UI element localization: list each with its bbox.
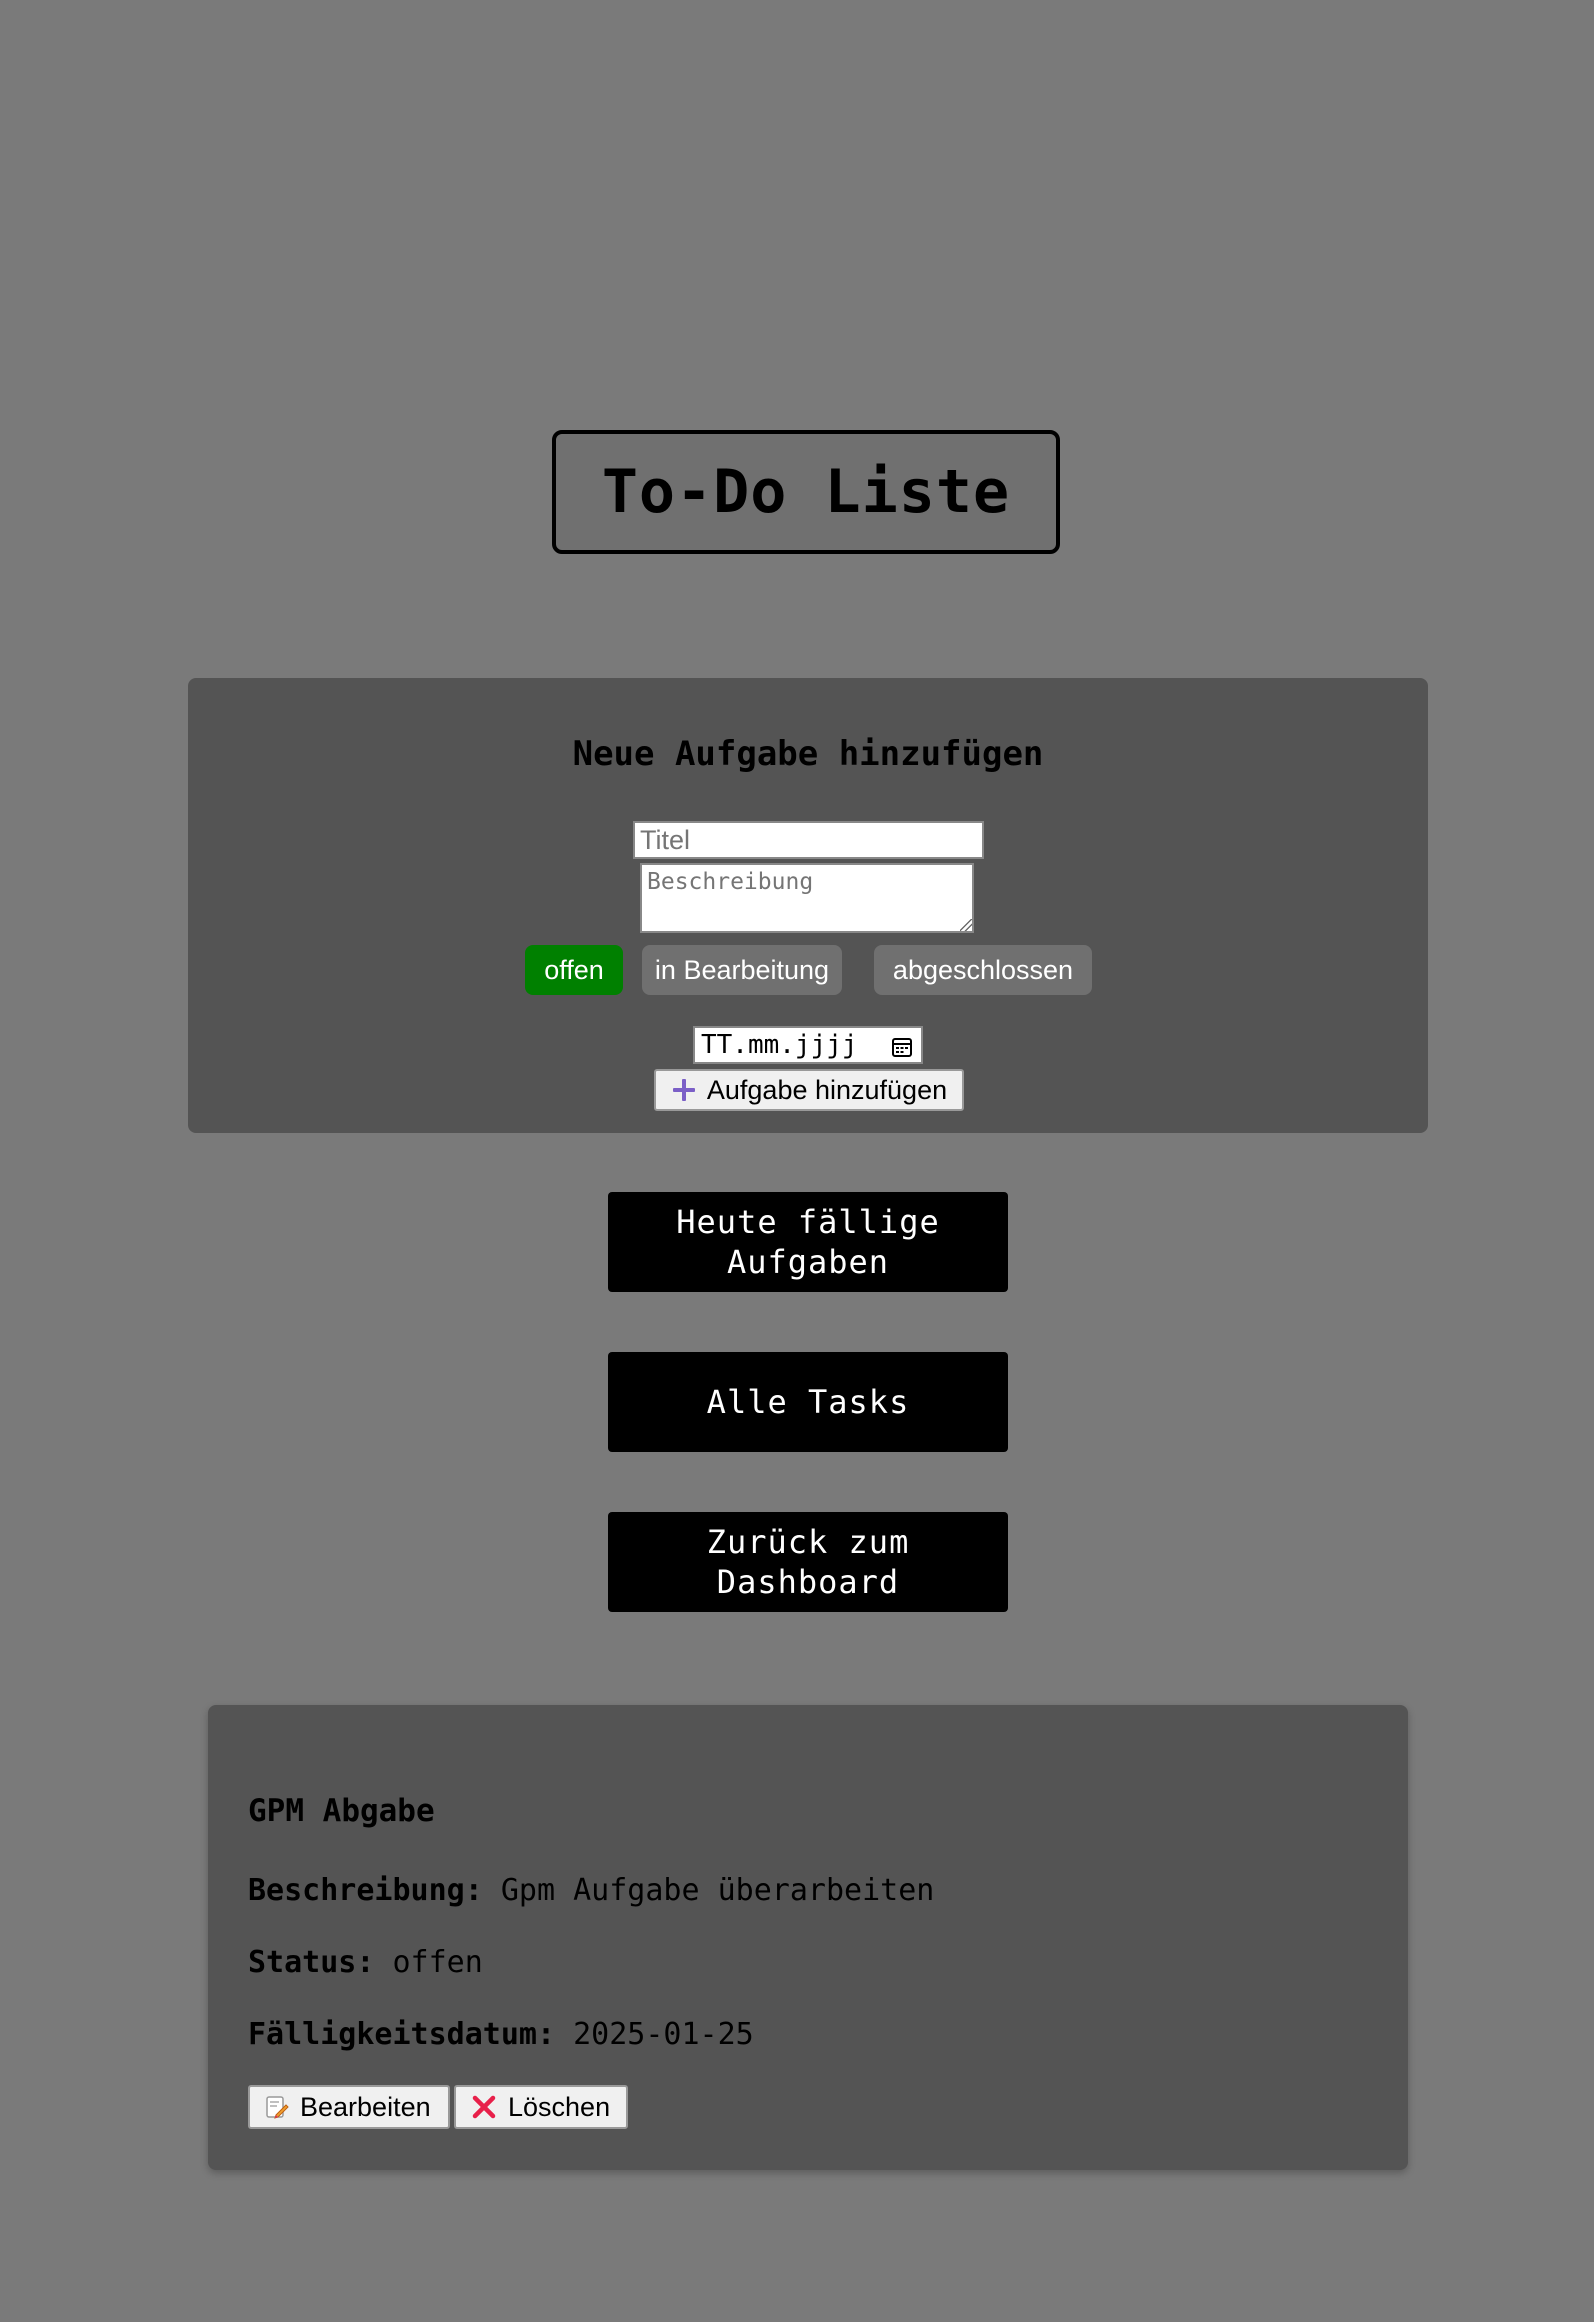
form-heading: Neue Aufgabe hinzufügen: [572, 734, 1044, 774]
add-task-button-label: Aufgabe hinzufügen: [706, 1074, 948, 1105]
status-done-button[interactable]: abgeschlossen: [874, 945, 1092, 995]
edit-task-button-label: Bearbeiten: [300, 2091, 431, 2122]
task-status-row: Status: offen: [248, 1945, 483, 1980]
back-to-dashboard-button[interactable]: Zurück zum Dashboard: [608, 1512, 1008, 1612]
task-status: offen: [392, 1945, 483, 1980]
task-title: GPM Abgabe: [248, 1793, 435, 1829]
memo-pencil-icon: [266, 2096, 289, 2119]
due-date-placeholder: TT.mm.jjjj: [701, 1030, 858, 1060]
delete-task-button-label: Löschen: [508, 2091, 611, 2122]
resize-handle-icon[interactable]: [960, 919, 972, 931]
task-due-label: Fälligkeitsdatum:: [248, 2017, 556, 2052]
page-title-box: To-Do Liste: [552, 430, 1060, 554]
add-task-button[interactable]: Aufgabe hinzufügen: [654, 1069, 964, 1111]
all-tasks-button[interactable]: Alle Tasks: [608, 1352, 1008, 1452]
task-description-label: Beschreibung:: [248, 1873, 483, 1908]
edit-task-button[interactable]: Bearbeiten: [248, 2085, 450, 2129]
status-in-progress-button[interactable]: in Bearbeitung: [642, 945, 842, 995]
calendar-icon[interactable]: [891, 1036, 913, 1058]
cross-mark-icon: [472, 2095, 496, 2119]
delete-task-button[interactable]: Löschen: [454, 2085, 628, 2129]
task-status-label: Status:: [248, 1945, 375, 1980]
task-due-date: 2025-01-25: [573, 2017, 754, 2052]
task-due-row: Fälligkeitsdatum: 2025-01-25: [248, 2017, 754, 2052]
due-date-input[interactable]: TT.mm.jjjj: [693, 1026, 923, 1064]
plus-icon: [672, 1079, 695, 1101]
add-task-form: Neue Aufgabe hinzufügen offen in Bearbei…: [188, 678, 1428, 1133]
task-description-row: Beschreibung: Gpm Aufgabe überarbeiten: [248, 1873, 934, 1908]
task-card: GPM Abgabe Beschreibung: Gpm Aufgabe übe…: [208, 1705, 1408, 2170]
status-open-button[interactable]: offen: [525, 945, 623, 995]
title-input[interactable]: [633, 821, 984, 859]
today-due-tasks-button[interactable]: Heute fällige Aufgaben: [608, 1192, 1008, 1292]
task-description: Gpm Aufgabe überarbeiten: [500, 1873, 935, 1908]
page-title: To-Do Liste: [601, 457, 1011, 527]
description-input[interactable]: [640, 863, 974, 933]
